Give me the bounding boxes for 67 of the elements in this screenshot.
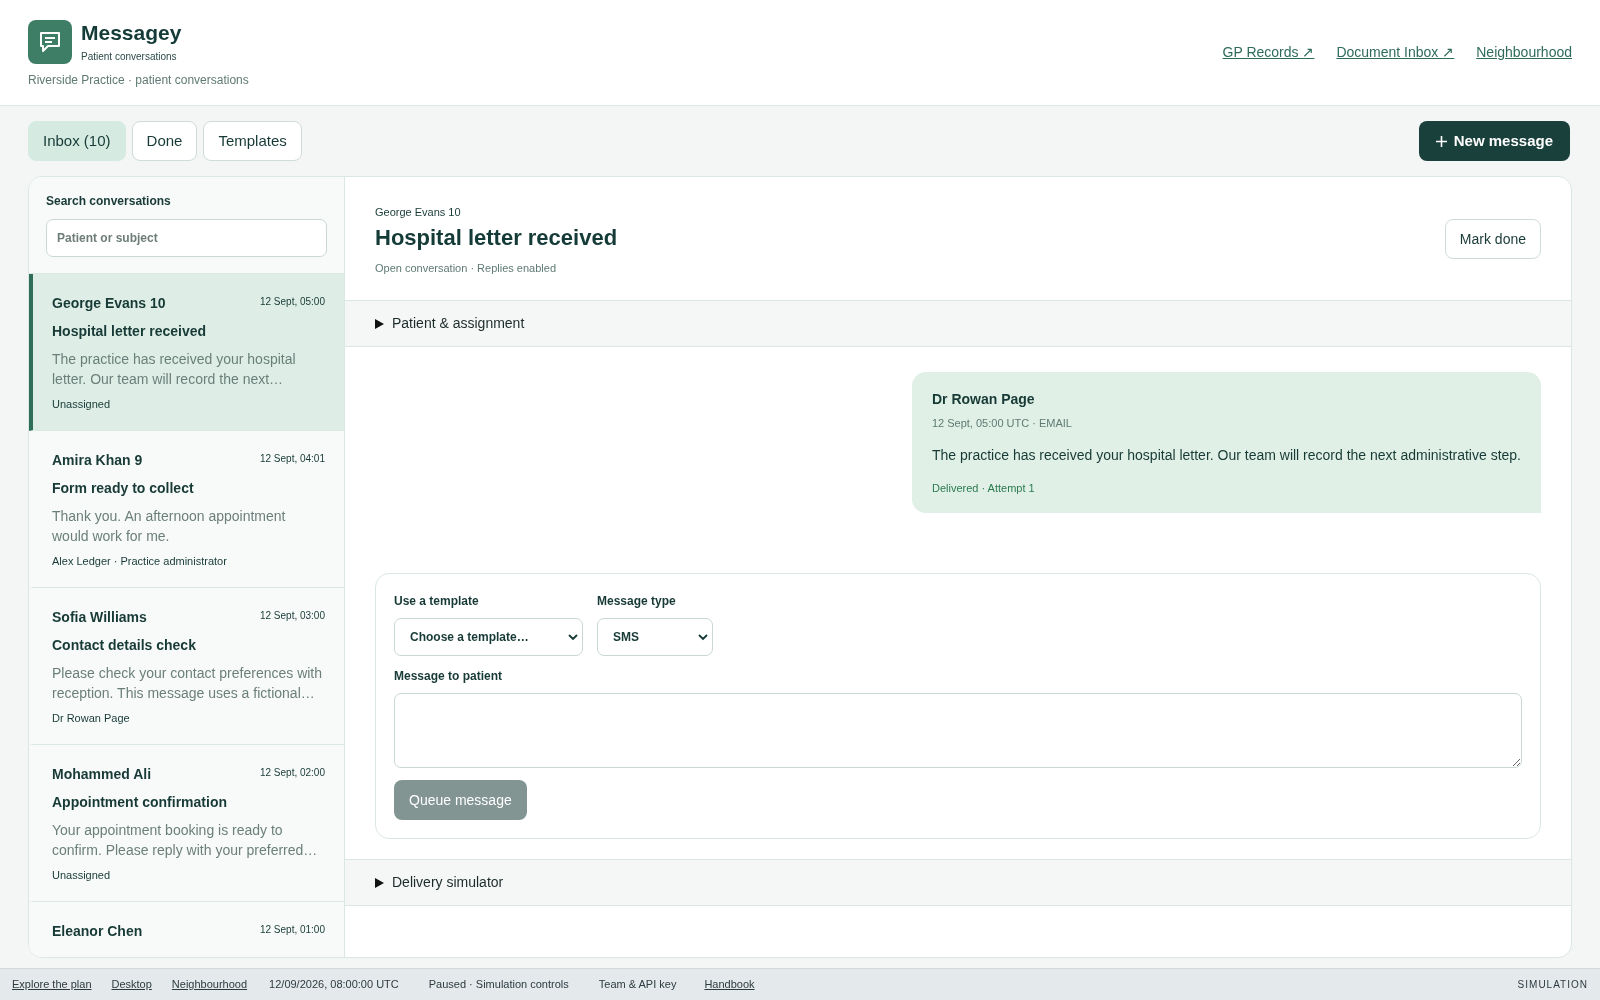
conversation-time: 12 Sept, 05:00 [259, 295, 325, 309]
tab[interactable]: Templates [203, 121, 302, 161]
app-tagline: Patient conversations [81, 50, 178, 64]
footer-link[interactable]: Desktop [111, 976, 152, 993]
footer-text: 12/09/2026, 08:00:00 UTC [269, 977, 399, 993]
message-sender: Dr Rowan Page [931, 390, 1036, 409]
footer-link[interactable]: Explore the plan [12, 976, 92, 993]
conversation-preview: Please check your contact preferences with reception. This message uses a fictional… [52, 664, 324, 703]
message-field[interactable] [394, 693, 1522, 768]
disclosure-triangle-icon [375, 318, 384, 329]
conversation-assignee: Unassigned [52, 397, 112, 411]
disclosure-triangle-icon [375, 877, 384, 888]
header-link[interactable]: Document Inbox ↗ [1336, 42, 1455, 63]
conversation-time: 12 Sept, 04:01 [259, 452, 325, 466]
conversation-status: Open conversation · Replies enabled [375, 261, 557, 275]
conversation-item[interactable]: George Evans 10 12 Sept, 05:00 Hospital letter received The practice has received your hospital letter. Our team will record the next… Unassigned [29, 274, 344, 431]
conversation-preview: The practice has received your hospital letter. Our team will record the next… [52, 350, 297, 389]
message-status: Delivered · Attempt 1 [931, 480, 1036, 496]
conversation-time: 12 Sept, 01:00 [259, 923, 325, 937]
footer-text: Team & API key [598, 977, 677, 993]
section-header[interactable]: Delivery simulator [345, 860, 1571, 906]
conversation-time: 12 Sept, 02:00 [259, 766, 325, 780]
type-value: SMS [613, 629, 639, 646]
conversation-time: 12 Sept, 03:00 [259, 609, 325, 623]
patient-name: Eleanor Chen [52, 922, 143, 940]
patient-name: Mohammed Ali [52, 765, 152, 783]
footer-link[interactable]: Handbook [704, 976, 755, 993]
message-body: The practice has received your hospital letter. Our team will record the next administrative step. [931, 445, 1521, 465]
header-link[interactable]: Neighbourhood [1476, 42, 1572, 63]
app-name: Messagey [81, 20, 182, 46]
plus-icon [1435, 135, 1447, 147]
conversation-patient: George Evans 10 [375, 205, 462, 219]
template-select[interactable]: Choose a template… [394, 618, 583, 656]
type-label: Message type [597, 593, 677, 610]
header-link[interactable]: GP Records ↗ [1222, 42, 1315, 63]
message-meta: 12 Sept, 05:00 UTC · EMAIL [931, 416, 1073, 431]
new-message-button[interactable]: New message [1418, 121, 1570, 161]
conversation-title: Hospital letter received [375, 224, 618, 252]
section-label: Patient & assignment [392, 314, 525, 333]
conversation-subject: Contact details check [52, 636, 197, 654]
conversation-assignee: Unassigned [52, 868, 112, 882]
tab[interactable]: Done [131, 121, 198, 161]
section-label: Delivery simulator [392, 873, 504, 892]
conversation-preview: Your appointment booking is ready to confirm. Please reply with your preferred… [52, 821, 319, 860]
practice-name: Riverside Practice · patient conversations [28, 72, 249, 89]
conversation-preview: Thank you. An afternoon appointment would work for me. [52, 507, 287, 546]
mark-done-button[interactable]: Mark done [1444, 219, 1541, 259]
conversation-subject: Hospital letter received [52, 322, 208, 340]
template-value: Choose a template… [410, 629, 529, 646]
patient-name: Amira Khan 9 [52, 451, 143, 469]
footer-text: Paused · Simulation controls [428, 977, 569, 993]
search-field[interactable]: Patient or subject [46, 219, 327, 257]
patient-name: George Evans 10 [52, 294, 166, 312]
patient-name: Sofia Williams [52, 608, 147, 626]
search-label: Search conversations [46, 193, 172, 210]
message-label: Message to patient [394, 668, 504, 685]
template-label: Use a template [394, 593, 480, 610]
conversation-assignee: Dr Rowan Page [52, 711, 131, 725]
logo-icon [28, 20, 72, 64]
conversation-assignee: Alex Ledger · Practice administrator [52, 554, 228, 568]
type-select[interactable]: SMS [597, 618, 713, 656]
mode-label: SIMULATION [1517, 978, 1588, 992]
conversation-subject: Form ready to collect [52, 479, 195, 497]
tab[interactable]: Inbox (10) [28, 121, 126, 161]
footer-link[interactable]: Neighbourhood [171, 976, 248, 993]
conversation-subject: Appointment confirmation [52, 793, 228, 811]
section-header[interactable]: Patient & assignment [345, 301, 1571, 347]
